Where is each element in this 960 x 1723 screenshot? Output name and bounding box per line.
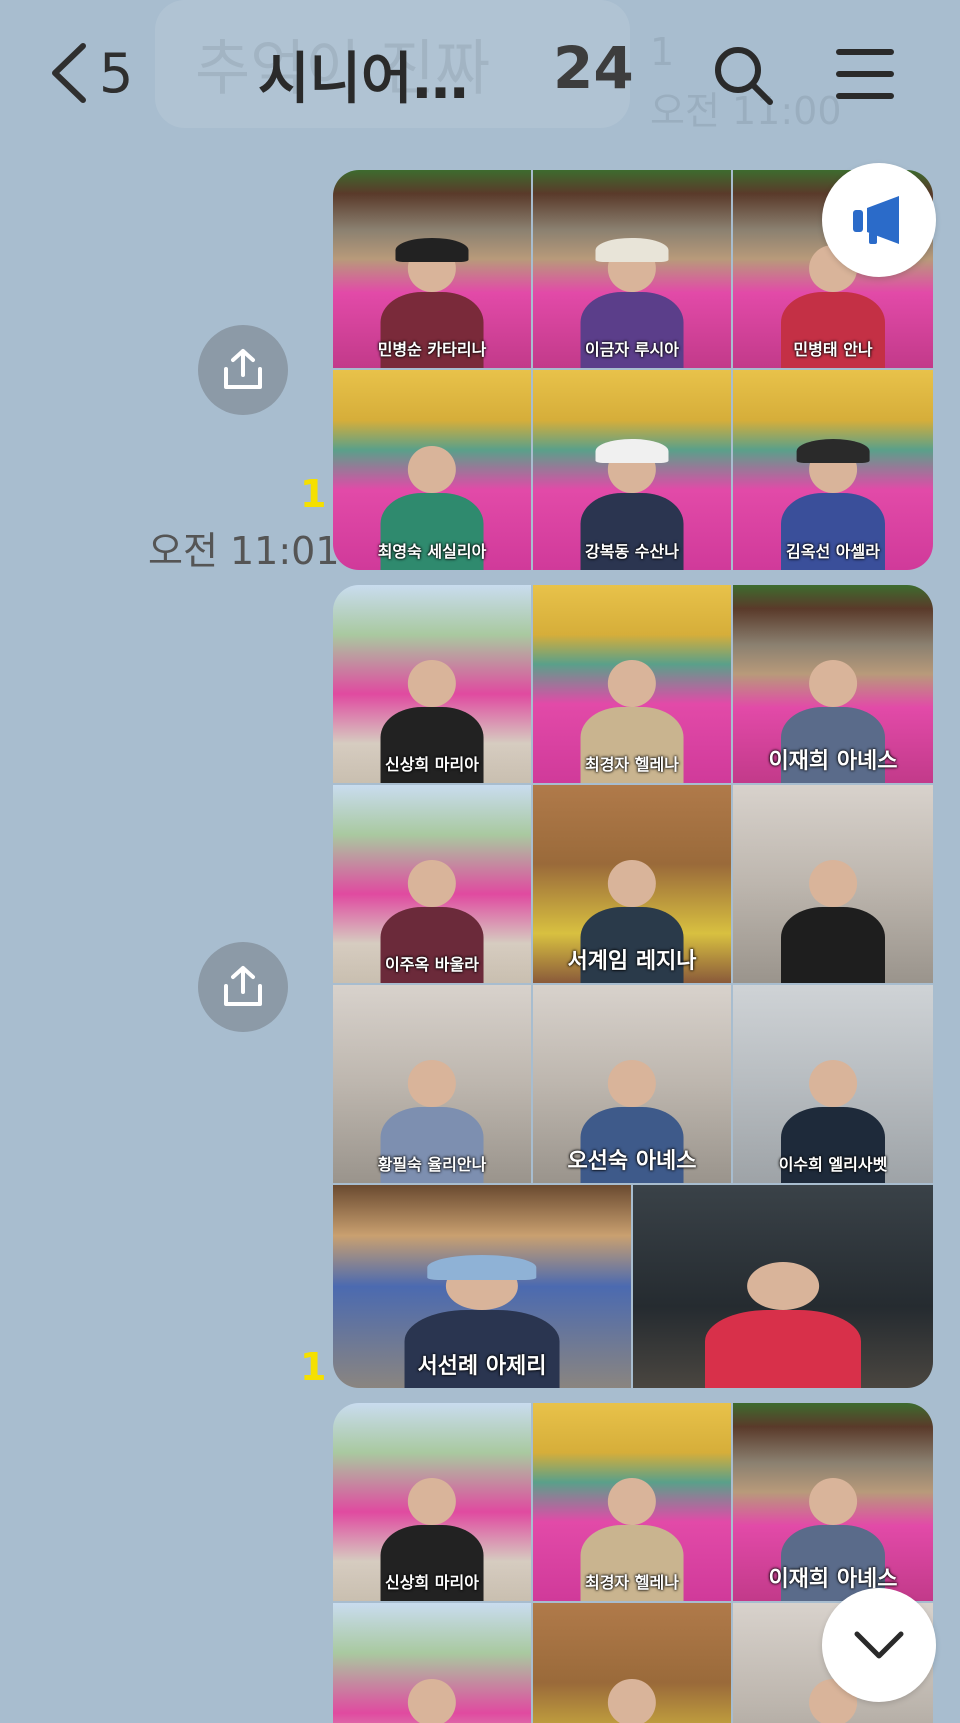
photo-caption: 김옥선 아셀라: [786, 542, 880, 561]
subject-face: [608, 1478, 656, 1525]
photo-thumbnail[interactable]: 황필숙 율리안나: [333, 985, 531, 1183]
photo-caption: 이수희 엘리사벳: [778, 1155, 888, 1174]
subject-face: [408, 1060, 456, 1107]
subject-face: [747, 1262, 819, 1310]
photo-thumbnail[interactable]: 민병순 카타리나: [333, 170, 531, 368]
back-unread-count: 5: [99, 41, 134, 105]
menu-button[interactable]: [835, 46, 895, 106]
photo-caption: 최경자 헬레나: [585, 755, 679, 774]
subject-hat: [595, 237, 669, 263]
subject-face: [809, 860, 857, 907]
subject-face: [809, 1060, 857, 1107]
photo-caption: 이주옥 바울라: [385, 955, 479, 974]
photo-subject: [381, 1679, 484, 1723]
photo-caption: 이재희 아녜스: [768, 749, 898, 774]
photo-caption: 신상희 마리아: [385, 1573, 479, 1592]
unread-count: 1: [300, 472, 327, 516]
message-time: 오전 11:01: [148, 529, 340, 573]
photo-thumbnail[interactable]: 신상희 마리아: [333, 585, 531, 783]
photo-thumbnail[interactable]: [333, 1603, 531, 1723]
photo-caption: 서선례 아제리: [417, 1354, 547, 1379]
chevron-down-icon: [854, 1631, 904, 1659]
subject-body: [705, 1309, 861, 1388]
photo-thumbnail[interactable]: [633, 1185, 933, 1388]
share-upload-icon: [224, 966, 262, 1006]
hamburger-menu-icon: [836, 49, 894, 99]
subject-body: [781, 906, 885, 983]
share-button[interactable]: [198, 942, 288, 1032]
subject-face: [608, 860, 656, 907]
photo-thumbnail[interactable]: 이재희 아녜스: [733, 585, 933, 783]
photo-caption: 최경자 헬레나: [585, 1573, 679, 1592]
photo-caption: 민병태 안나: [793, 340, 873, 359]
photo-thumbnail[interactable]: 최경자 헬레나: [533, 585, 731, 783]
photo-thumbnail[interactable]: [733, 785, 933, 983]
photo-caption: 민병순 카타리나: [377, 340, 487, 359]
subject-hat: [796, 438, 870, 464]
photo-thumbnail[interactable]: 이주옥 바울라: [333, 785, 531, 983]
megaphone-icon: [853, 196, 899, 244]
subject-face: [408, 1679, 456, 1723]
ghost-notice-unread: 1: [650, 30, 675, 74]
photo-caption: 이금자 루시아: [585, 340, 679, 359]
photo-thumbnail[interactable]: 오선숙 아녜스: [533, 985, 731, 1183]
chat-title: 시니어…: [258, 47, 469, 112]
share-button[interactable]: [198, 325, 288, 415]
subject-face: [408, 1478, 456, 1525]
photo-thumbnail[interactable]: 이재희 아녜스: [733, 1403, 933, 1601]
photo-thumbnail[interactable]: 서계임 레지나: [533, 785, 731, 983]
notice-button[interactable]: [822, 163, 936, 277]
search-button[interactable]: [710, 42, 776, 112]
search-icon: [715, 47, 773, 105]
subject-hat: [595, 438, 669, 464]
photo-thumbnail[interactable]: 최경자 헬레나: [533, 1403, 731, 1601]
photo-thumbnail[interactable]: 최영숙 세실리아: [333, 370, 531, 570]
scroll-to-bottom-button[interactable]: [822, 1588, 936, 1702]
photo-thumbnail[interactable]: 강복동 수산나: [533, 370, 731, 570]
photo-grid[interactable]: 신상희 마리아 최경자 헬레나 이재희 아녜스이주옥 바울라 서계임 레지나황필숙 율…: [333, 585, 933, 1388]
subject-face: [608, 1060, 656, 1107]
photo-caption: 황필숙 율리안나: [377, 1155, 487, 1174]
photo-caption: 오선숙 아녜스: [567, 1149, 697, 1174]
subject-face: [809, 1478, 857, 1525]
subject-face: [408, 860, 456, 907]
subject-face: [408, 660, 456, 707]
photo-caption: 신상희 마리아: [385, 755, 479, 774]
back-button[interactable]: 5: [45, 38, 133, 108]
photo-subject: [781, 860, 885, 983]
photo-thumbnail[interactable]: [533, 1603, 731, 1723]
photo-subject: [705, 1262, 861, 1388]
chevron-left-icon: [52, 43, 86, 103]
photo-thumbnail[interactable]: 서선례 아제리: [333, 1185, 631, 1388]
photo-caption: 서계임 레지나: [567, 949, 697, 974]
photo-thumbnail[interactable]: 신상희 마리아: [333, 1403, 531, 1601]
photo-caption: 강복동 수산나: [585, 542, 679, 561]
photo-caption: 이재희 아녜스: [768, 1567, 898, 1592]
subject-face: [608, 660, 656, 707]
unread-count: 1: [300, 1345, 327, 1389]
subject-hat: [395, 237, 469, 263]
subject-face: [408, 446, 456, 494]
subject-face: [608, 1679, 656, 1723]
subject-face: [809, 660, 857, 707]
photo-thumbnail[interactable]: 이금자 루시아: [533, 170, 731, 368]
photo-thumbnail[interactable]: 김옥선 아셀라: [733, 370, 933, 570]
member-count: 24: [553, 34, 634, 102]
subject-hat: [427, 1254, 537, 1280]
chat-header: 추억이 진짜 오전 11:00 1 5 시니어… 24: [0, 0, 960, 150]
photo-subject: [581, 1679, 684, 1723]
share-upload-icon: [224, 349, 262, 389]
photo-thumbnail[interactable]: 이수희 엘리사벳: [733, 985, 933, 1183]
photo-caption: 최영숙 세실리아: [377, 542, 487, 561]
